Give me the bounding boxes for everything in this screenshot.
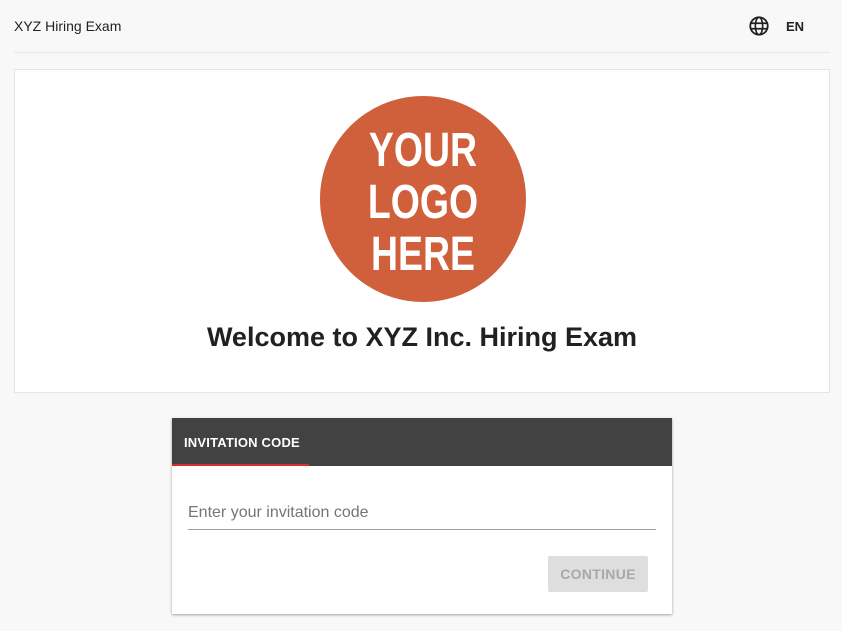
invitation-code-field bbox=[188, 498, 656, 530]
globe-icon bbox=[748, 15, 770, 37]
invitation-code-card: INVITATION CODE CONTINUE bbox=[172, 418, 672, 614]
top-app-bar: XYZ Hiring Exam EN bbox=[0, 0, 842, 54]
tab-invitation-code[interactable]: INVITATION CODE bbox=[172, 418, 309, 466]
tab-label: INVITATION CODE bbox=[184, 434, 300, 450]
logo-line-3: HERE bbox=[371, 228, 475, 282]
card-tab-bar: INVITATION CODE bbox=[172, 418, 672, 466]
language-code: EN bbox=[786, 18, 805, 34]
welcome-banner: YOUR LOGO HERE Welcome to XYZ Inc. Hirin… bbox=[14, 69, 830, 393]
logo-line-1: YOUR bbox=[369, 124, 477, 178]
language-selector[interactable]: EN bbox=[748, 14, 804, 38]
invitation-code-input[interactable] bbox=[188, 498, 656, 528]
app-title: XYZ Hiring Exam bbox=[14, 18, 122, 34]
header-divider bbox=[14, 52, 830, 53]
logo-line-2: LOGO bbox=[368, 176, 478, 230]
welcome-heading: Welcome to XYZ Inc. Hiring Exam bbox=[206, 322, 638, 352]
active-tab-indicator bbox=[172, 464, 309, 466]
continue-button[interactable]: CONTINUE bbox=[548, 556, 648, 592]
company-logo: YOUR LOGO HERE bbox=[320, 96, 526, 302]
